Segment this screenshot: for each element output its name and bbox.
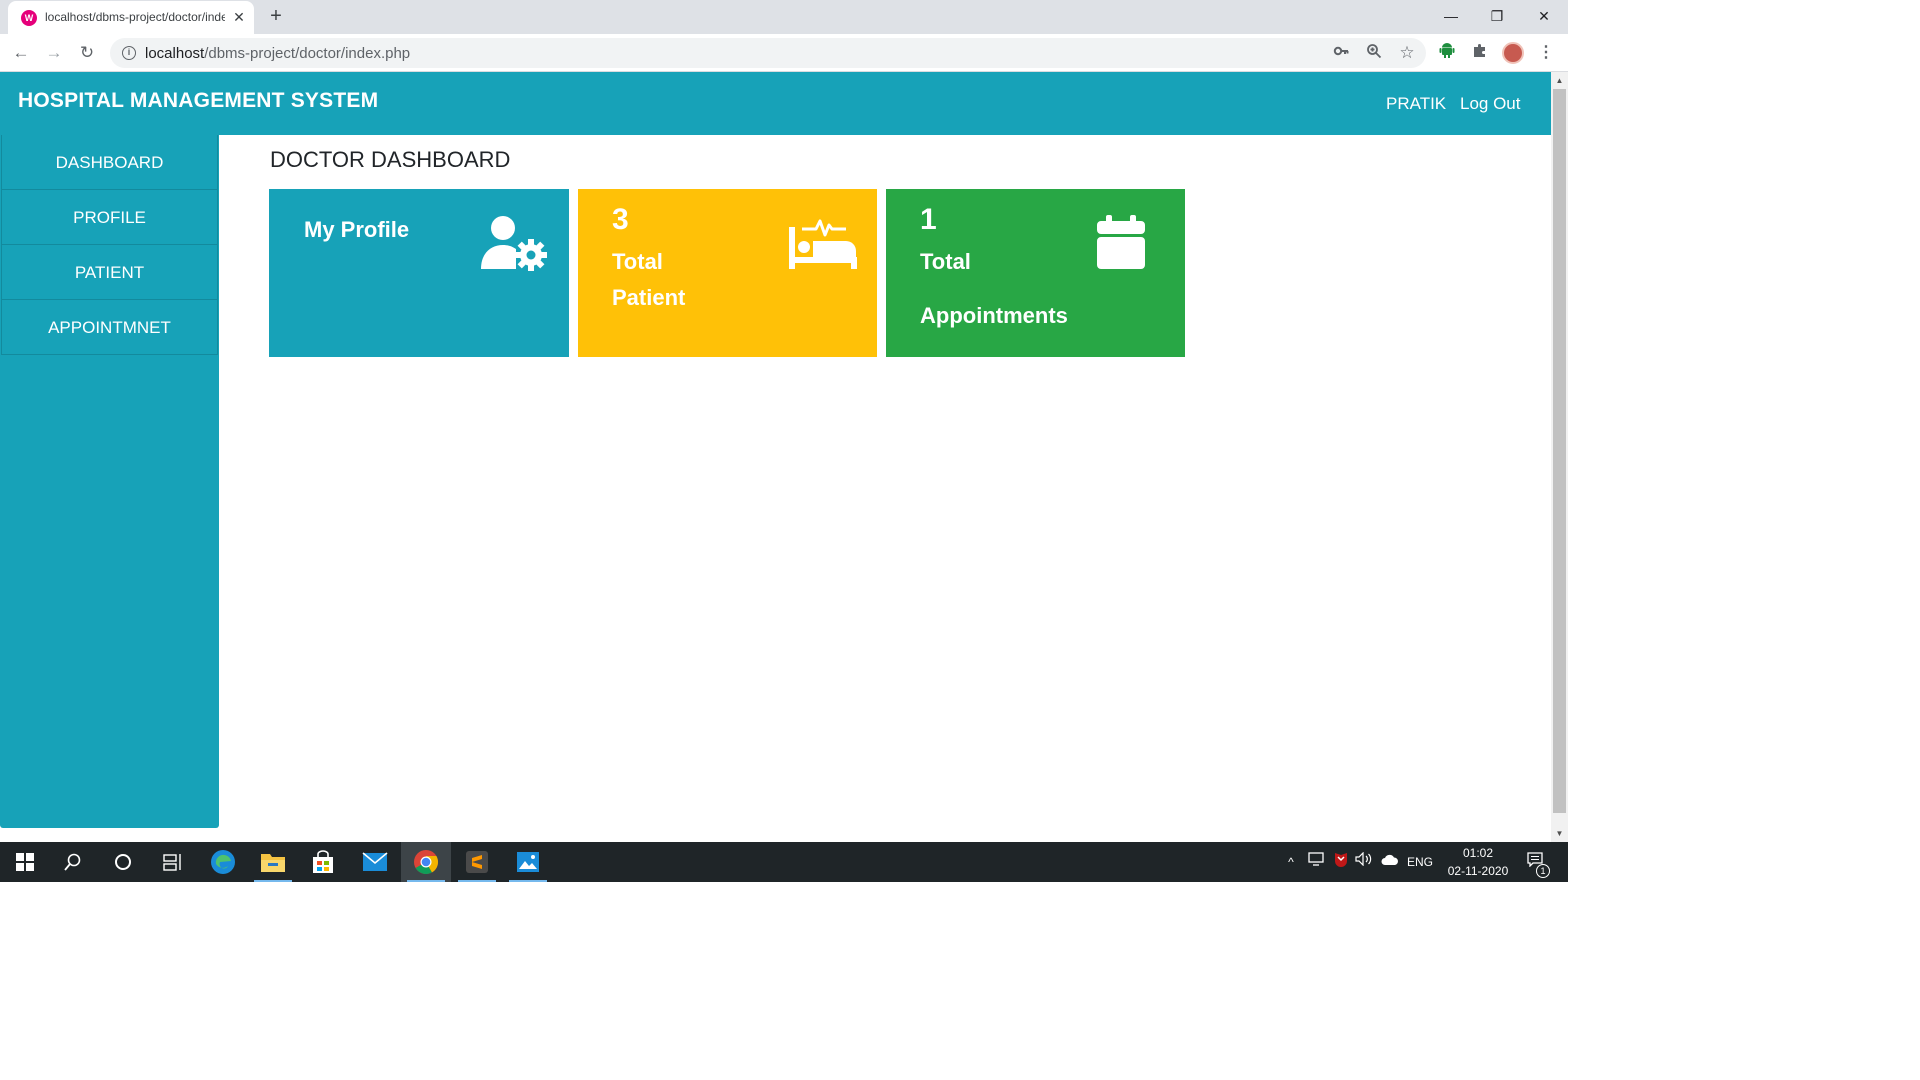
restore-button[interactable]: ❐ bbox=[1482, 4, 1512, 28]
task-view-icon[interactable] bbox=[148, 842, 198, 882]
browser-toolbar: ← → ↻ i localhost/dbms-project/doctor/in… bbox=[0, 34, 1568, 72]
edge-browser-icon[interactable] bbox=[198, 842, 248, 882]
zoom-icon[interactable] bbox=[1364, 43, 1384, 63]
info-icon[interactable]: i bbox=[122, 46, 136, 60]
user-gear-icon bbox=[479, 215, 549, 278]
page-scrollbar[interactable]: ▲ ▼ bbox=[1551, 72, 1568, 842]
top-navbar: HOSPITAL MANAGEMENT SYSTEM PRATIK Log Ou… bbox=[0, 72, 1551, 135]
reload-button[interactable]: ↻ bbox=[74, 40, 100, 66]
tab-title: localhost/dbms-project/doctor/index.php bbox=[45, 10, 225, 24]
bed-pulse-icon bbox=[788, 215, 858, 276]
sublime-text-icon[interactable] bbox=[452, 842, 502, 882]
new-tab-button[interactable]: + bbox=[264, 5, 288, 29]
file-explorer-icon[interactable] bbox=[248, 842, 298, 882]
windows-start-icon[interactable] bbox=[0, 842, 50, 882]
close-window-button[interactable]: ✕ bbox=[1529, 4, 1559, 28]
appointment-label-line2: Appointments bbox=[920, 303, 1068, 328]
profile-avatar[interactable] bbox=[1502, 42, 1524, 64]
scroll-thumb[interactable] bbox=[1553, 89, 1566, 813]
address-bar[interactable]: i localhost/dbms-project/doctor/index.ph… bbox=[110, 38, 1426, 68]
patient-count: 3 bbox=[612, 203, 629, 236]
my-profile-card[interactable]: My Profile bbox=[269, 189, 569, 357]
sidebar: DASHBOARD PROFILE PATIENT APPOINTMNET bbox=[0, 135, 219, 828]
tab-strip: W localhost/dbms-project/doctor/index.ph… bbox=[0, 0, 1568, 34]
sidebar-item-profile[interactable]: PROFILE bbox=[1, 190, 218, 245]
page-viewport: HOSPITAL MANAGEMENT SYSTEM PRATIK Log Ou… bbox=[0, 72, 1551, 842]
chrome-icon[interactable] bbox=[401, 842, 451, 882]
total-patient-card[interactable]: 3 Total Patient bbox=[578, 189, 877, 357]
logout-link[interactable]: Log Out bbox=[1460, 94, 1521, 114]
bookmark-star-icon[interactable]: ☆ bbox=[1397, 43, 1417, 63]
favicon-icon: W bbox=[21, 10, 37, 26]
back-button[interactable]: ← bbox=[8, 40, 34, 66]
tray-date[interactable]: 02-11-2020 bbox=[1440, 864, 1516, 878]
url-host: localhost bbox=[145, 45, 205, 62]
key-icon[interactable] bbox=[1331, 43, 1351, 63]
scroll-up-arrow-icon[interactable]: ▲ bbox=[1551, 72, 1568, 89]
tray-language[interactable]: ENG bbox=[1407, 855, 1433, 869]
tray-mcafee-icon[interactable] bbox=[1331, 852, 1351, 872]
url-path: /dbms-project/doctor/index.php bbox=[204, 45, 411, 62]
appointment-count: 1 bbox=[920, 203, 937, 236]
tray-onedrive-icon[interactable] bbox=[1380, 852, 1400, 872]
notification-badge: 1 bbox=[1536, 864, 1550, 878]
running-indicator bbox=[254, 880, 292, 882]
search-icon[interactable] bbox=[48, 842, 98, 882]
mail-icon[interactable] bbox=[350, 842, 400, 882]
cortana-icon[interactable] bbox=[98, 842, 148, 882]
tray-time[interactable]: 01:02 bbox=[1440, 846, 1516, 860]
running-indicator bbox=[458, 880, 496, 882]
sidebar-item-appointment[interactable]: APPOINTMNET bbox=[1, 300, 218, 355]
total-appointments-card[interactable]: 1 Total Appointments bbox=[886, 189, 1185, 357]
close-tab-icon[interactable]: ✕ bbox=[230, 8, 248, 26]
running-indicator bbox=[407, 880, 445, 882]
brand-title[interactable]: HOSPITAL MANAGEMENT SYSTEM bbox=[18, 89, 378, 113]
nav-user-link[interactable]: PRATIK bbox=[1386, 94, 1446, 114]
menu-kebab-icon[interactable]: ⋮ bbox=[1536, 42, 1556, 64]
patient-label-line2: Patient bbox=[612, 285, 686, 310]
photos-icon[interactable] bbox=[503, 842, 553, 882]
browser-tab[interactable]: W localhost/dbms-project/doctor/index.ph… bbox=[8, 1, 254, 34]
tray-chevron-up-icon[interactable]: ^ bbox=[1281, 852, 1301, 872]
calendar-icon bbox=[1096, 215, 1146, 276]
tray-display-icon[interactable] bbox=[1306, 852, 1326, 872]
page-title: DOCTOR DASHBOARD bbox=[270, 147, 511, 172]
sidebar-item-patient[interactable]: PATIENT bbox=[1, 245, 218, 300]
forward-button[interactable]: → bbox=[41, 40, 67, 66]
minimize-button[interactable]: — bbox=[1436, 4, 1466, 28]
tray-volume-icon[interactable] bbox=[1354, 851, 1374, 872]
patient-label-line1: Total bbox=[612, 249, 663, 274]
url-text[interactable]: localhost/dbms-project/doctor/index.php bbox=[145, 45, 410, 62]
scroll-down-arrow-icon[interactable]: ▼ bbox=[1551, 825, 1568, 842]
android-extension-icon[interactable] bbox=[1436, 42, 1458, 64]
windows-taskbar: ^ ENG 01:02 02-11-2020 1 bbox=[0, 842, 1568, 882]
extensions-puzzle-icon[interactable] bbox=[1469, 42, 1491, 64]
sidebar-item-dashboard[interactable]: DASHBOARD bbox=[1, 135, 218, 190]
appointment-label-line1: Total bbox=[920, 249, 971, 274]
card-title: My Profile bbox=[304, 217, 410, 242]
running-indicator bbox=[509, 880, 547, 882]
microsoft-store-icon[interactable] bbox=[298, 842, 348, 882]
